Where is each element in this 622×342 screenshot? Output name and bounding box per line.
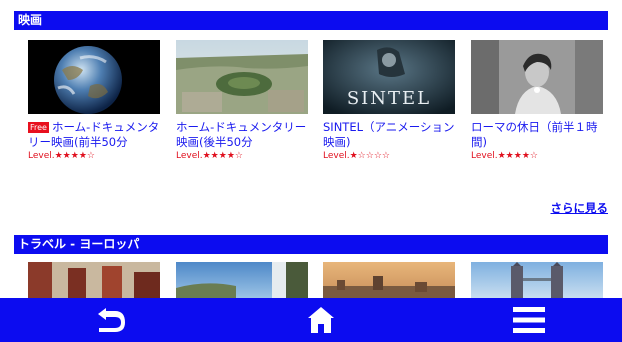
back-icon: [98, 308, 125, 332]
movie-thumbnail-aerial-city[interactable]: [176, 40, 308, 114]
movie-card-sintel[interactable]: SINTEL SINTEL（アニメーション映画) Level.★☆☆☆☆: [323, 40, 455, 162]
movie-cards: Free ホーム-ドキュメンタリー映画(前半50分 Level.★★★★☆ ホー…: [0, 40, 622, 200]
movie-card-home-part1[interactable]: Free ホーム-ドキュメンタリー映画(前半50分 Level.★★★★☆: [28, 40, 160, 162]
sintel-logo: SINTEL: [347, 88, 431, 109]
movie-title[interactable]: SINTEL（アニメーション映画): [323, 120, 455, 150]
movie-card-home-part2[interactable]: ホーム-ドキュメンタリー映画(後半50分 Level.★★★★☆: [176, 40, 308, 162]
movie-title[interactable]: ホーム-ドキュメンタリー映画(後半50分: [176, 120, 308, 150]
section-title-travel: トラベル - ヨーロッパ: [18, 237, 140, 251]
level-rating: Level.★★★★☆: [176, 151, 243, 161]
level-rating: Level.★★★★☆: [28, 151, 95, 161]
movie-title[interactable]: Free ホーム-ドキュメンタリー映画(前半50分: [28, 120, 160, 150]
travel-thumbnail-4[interactable]: [471, 262, 603, 298]
free-badge: Free: [28, 122, 49, 133]
movie-card-roman-holiday[interactable]: ローマの休日（前半１時間) Level.★★★★☆: [471, 40, 603, 162]
travel-thumbnail-1[interactable]: [28, 262, 160, 298]
section-header-travel: トラベル - ヨーロッパ: [14, 235, 608, 254]
movie-thumbnail-sintel[interactable]: SINTEL: [323, 40, 455, 114]
section-title-movies: 映画: [18, 13, 43, 27]
movie-thumbnail-roman-holiday[interactable]: [471, 40, 603, 114]
movie-title[interactable]: ローマの休日（前半１時間): [471, 120, 603, 150]
movie-thumbnail-earth[interactable]: [28, 40, 160, 114]
bottom-nav-bar: [0, 298, 622, 342]
level-rating: Level.★★★★☆: [471, 151, 538, 161]
travel-cards: [0, 262, 622, 298]
home-icon: [308, 307, 334, 333]
menu-icon: [513, 307, 545, 333]
see-more-link[interactable]: さらに見る: [551, 200, 609, 216]
section-header-movies: 映画: [14, 11, 608, 30]
level-rating: Level.★☆☆☆☆: [323, 151, 390, 161]
travel-thumbnail-2[interactable]: [176, 262, 308, 298]
home-button[interactable]: [281, 298, 361, 342]
back-button[interactable]: [71, 298, 151, 342]
menu-button[interactable]: [489, 298, 569, 342]
travel-thumbnail-3[interactable]: [323, 262, 455, 298]
